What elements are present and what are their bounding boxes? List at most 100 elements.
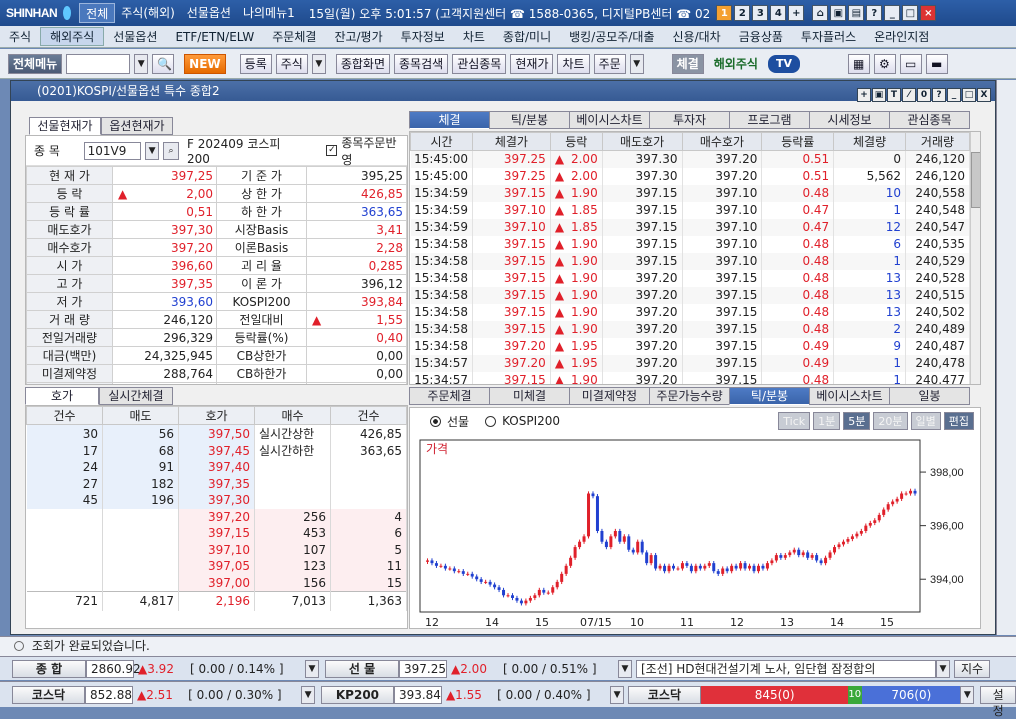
menu-item[interactable]: 금융상품 [730, 28, 792, 45]
menu-item[interactable]: 주식 [0, 28, 40, 45]
chevron-down-icon[interactable]: ▼ [960, 685, 975, 704]
table-row[interactable]: 15:34:58 397.15 ▲ 1.90 397.15 397.10 0.48 1 240,… [410, 252, 971, 270]
settings-button[interactable]: 설정 [980, 685, 1016, 718]
menu-item[interactable]: 신용/대차 [664, 28, 730, 45]
tab-all[interactable]: 전체 [79, 3, 116, 23]
window-control-button[interactable]: □ [962, 88, 976, 102]
tab-orderbook[interactable]: 호가 [25, 387, 99, 405]
tab-realtime-trades[interactable]: 실시간체결 [99, 387, 173, 405]
chevron-down-icon[interactable]: ▼ [134, 53, 149, 74]
overseas-stock-link[interactable]: 해외주식 [708, 55, 764, 72]
table-row[interactable]: 15:34:58 397.15 ▲ 1.90 397.20 397.15 0.48 13 240… [410, 269, 971, 287]
window-control-button[interactable]: _ [947, 88, 961, 102]
table-row[interactable]: 15:34:58 397.20 ▲ 1.95 397.20 397.15 0.49 9 240,… [410, 337, 971, 355]
table-row[interactable]: 15:34:58 397.15 ▲ 1.90 397.20 397.15 0.48 2 240,… [410, 320, 971, 338]
window-control-button[interactable]: 0 [917, 88, 931, 102]
table-row[interactable]: 15:34:57 397.15 ▲ 1.90 397.20 397.15 0.48 1 240,… [410, 371, 971, 384]
tab-right-4[interactable]: 프로그램 [729, 111, 810, 129]
bid-row[interactable]: 397,15 453 6 [26, 525, 407, 542]
chevron-down-icon[interactable]: ▼ [311, 53, 326, 74]
window-icon[interactable]: ▬ [925, 53, 948, 74]
tab-options-price[interactable]: 옵션현재가 [101, 117, 173, 135]
menu-item[interactable]: 차트 [454, 28, 494, 45]
ask-price[interactable]: 397,40 [178, 459, 255, 476]
close-icon[interactable]: × [920, 5, 937, 21]
table-row[interactable]: 15:34:58 397.15 ▲ 1.90 397.20 397.15 0.48 13 240… [410, 303, 971, 321]
ask-price[interactable]: 397,30 [178, 492, 255, 509]
window-control-button[interactable]: T [887, 88, 901, 102]
kospi200-radio[interactable] [485, 415, 497, 427]
ask-price[interactable]: 397,45 [178, 442, 255, 459]
search-icon[interactable]: ⌕ [163, 141, 179, 160]
menu-item[interactable]: 뱅킹/공모주/대출 [560, 28, 663, 45]
scroll-thumb[interactable] [971, 152, 980, 208]
window-control-button[interactable]: + [857, 88, 871, 102]
chevron-down-icon[interactable]: ▼ [618, 659, 632, 678]
window-control-button[interactable]: ▣ [872, 88, 886, 102]
stock-search-button[interactable]: 종목검색 [394, 53, 449, 74]
tab-my-menu[interactable]: 나의메뉴1 [237, 3, 301, 23]
stock-select[interactable]: 주식 [275, 53, 308, 74]
new-button[interactable]: NEW [184, 53, 226, 74]
interval-button[interactable]: 1분 [813, 412, 841, 430]
chevron-down-icon[interactable]: ▼ [305, 659, 319, 678]
menu-item[interactable]: 온라인지점 [865, 28, 938, 45]
add-screen-button[interactable]: + [788, 5, 805, 21]
current-price-button[interactable]: 현재가 [510, 53, 554, 74]
screen-1-button[interactable]: 1 [716, 5, 733, 21]
interval-button[interactable]: 편집 [943, 412, 974, 430]
ask-row[interactable]: 24 91 397,40 [26, 459, 407, 476]
table-row[interactable]: 15:34:58 397.15 ▲ 1.90 397.15 397.10 0.48 6 240,… [410, 235, 971, 253]
menu-item[interactable]: 잔고/평가 [325, 28, 391, 45]
table-row[interactable]: 15:34:59 397.10 ▲ 1.85 397.15 397.10 0.47 1 240,… [410, 201, 971, 219]
all-menu-button[interactable]: 전체메뉴 [8, 53, 63, 74]
screen-4-button[interactable]: 4 [770, 5, 787, 21]
tab-right-1[interactable]: 틱/분봉 [489, 111, 570, 129]
chart-button[interactable]: 차트 [557, 53, 590, 74]
bid-price[interactable]: 397,20 [178, 508, 255, 525]
tv-button[interactable]: TV [767, 54, 800, 73]
menu-item[interactable]: 투자정보 [392, 28, 454, 45]
chevron-down-icon[interactable]: ▼ [936, 659, 950, 678]
table-row[interactable]: 15:45:00 397.25 ▲ 2.00 397.30 397.20 0.51 5,562… [410, 167, 971, 185]
ask-row[interactable]: 17 68 397,45 실시간하한 363,65 [26, 442, 407, 459]
table-row[interactable]: 15:34:59 397.10 ▲ 1.85 397.15 397.10 0.47 12 240… [410, 218, 971, 236]
ask-row[interactable]: 45 196 397,30 [26, 492, 407, 509]
ask-row[interactable]: 30 56 397,50 실시간상한 426,85 [26, 424, 407, 442]
menu-item[interactable]: 주문체결 [263, 28, 325, 45]
bid-price[interactable]: 397,05 [178, 558, 255, 575]
interval-button[interactable]: 일별 [910, 412, 941, 430]
table-row[interactable]: 15:45:00 397.25 ▲ 2.00 397.30 397.20 0.51 0 246,… [410, 150, 971, 168]
tab-right-5[interactable]: 시세정보 [809, 111, 890, 129]
screen-2-button[interactable]: 2 [734, 5, 751, 21]
bid-row[interactable]: 397,20 256 4 [26, 508, 407, 525]
tab-right-0[interactable]: 체결 [409, 111, 490, 129]
menu-item[interactable]: 해외주식 [40, 27, 105, 46]
ask-price[interactable]: 397,50 [178, 424, 255, 442]
chevron-down-icon[interactable]: ▼ [301, 685, 315, 704]
table-row[interactable]: 15:34:59 397.15 ▲ 1.90 397.15 397.10 0.48 10 240… [410, 184, 971, 202]
tab-bottom-2[interactable]: 미결제약정 [569, 387, 650, 405]
tab-futures-price[interactable]: 선물현재가 [29, 117, 101, 135]
register-button[interactable]: 등록 [239, 53, 272, 74]
search-icon[interactable]: 🔍 [152, 53, 175, 74]
table-row[interactable]: 15:34:57 397.20 ▲ 1.95 397.20 397.15 0.49 1 240,… [410, 354, 971, 372]
menu-item[interactable]: 종합/미니 [494, 28, 560, 45]
order-reflect-checkbox[interactable]: ✓ [326, 145, 338, 156]
maximize-icon[interactable]: □ [902, 5, 919, 21]
lock-icon[interactable]: ▣ [830, 5, 847, 21]
tab-right-6[interactable]: 관심종목 [889, 111, 970, 129]
interval-button[interactable]: Tick [778, 412, 811, 430]
print-icon[interactable]: ▤ [848, 5, 865, 21]
tab-bottom-0[interactable]: 주문체결 [409, 387, 490, 405]
chevron-down-icon[interactable]: ▼ [610, 685, 624, 704]
ask-row[interactable]: 27 182 397,35 [26, 475, 407, 492]
calculator-icon[interactable]: ▦ [847, 53, 870, 74]
layout-icon[interactable]: ▭ [899, 53, 922, 74]
bid-row[interactable]: 397,05 123 11 [26, 558, 407, 575]
tab-bottom-4[interactable]: 틱/분봉 [729, 387, 810, 405]
watchlist-button[interactable]: 관심종목 [452, 53, 507, 74]
tab-right-3[interactable]: 투자자 [649, 111, 730, 129]
combined-screen-button[interactable]: 종합화면 [335, 53, 391, 74]
ask-price[interactable]: 397,35 [178, 475, 255, 492]
